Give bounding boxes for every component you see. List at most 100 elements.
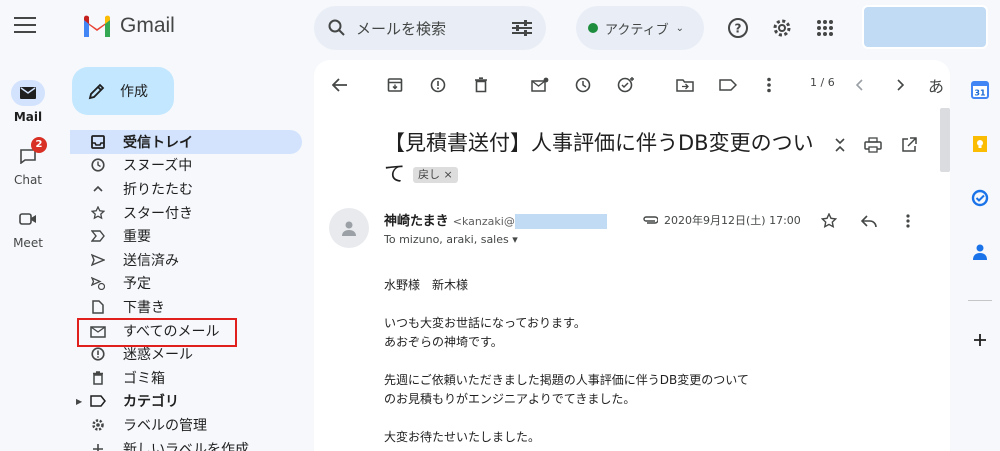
star-message-icon[interactable]: [818, 210, 840, 232]
gear-icon: [90, 417, 106, 433]
draft-icon: [90, 299, 106, 315]
mark-unread-icon[interactable]: [529, 74, 551, 96]
rail-chat[interactable]: 2 Chat: [0, 137, 56, 187]
nav-item-create-label[interactable]: 新しいラベルを作成: [70, 437, 302, 451]
send-icon: [90, 252, 106, 268]
delete-icon[interactable]: [470, 74, 492, 96]
search-bar[interactable]: メールを検索: [314, 6, 546, 50]
body-line: いつも大変お世話になっております。: [384, 316, 586, 330]
spam-icon: [90, 346, 106, 362]
account-area[interactable]: [862, 5, 988, 49]
nav-item-collapse[interactable]: 折りたたむ: [70, 177, 302, 201]
expand-caret-icon[interactable]: ▶: [76, 397, 82, 406]
nav-label: 新しいラベルを作成: [123, 441, 249, 451]
nav-label: スター付き: [123, 205, 193, 222]
folder-nav: 受信トレイ スヌーズ中 折りたたむ スター付き 重要 送信済み 予定 下書き す…: [70, 130, 302, 451]
recipients[interactable]: To mizuno, araki, sales ▾: [384, 233, 518, 246]
status-label: アクティブ: [605, 22, 669, 38]
nav-item-trash[interactable]: ゴミ箱: [70, 366, 302, 390]
gmail-logo[interactable]: Gmail: [82, 14, 175, 38]
chevron-right-icon[interactable]: [889, 74, 911, 96]
move-to-icon[interactable]: [674, 74, 696, 96]
chevron-down-icon: ⌄: [675, 22, 684, 34]
svg-text:31: 31: [974, 89, 986, 98]
mail-icon: [11, 80, 45, 106]
rail-meet[interactable]: Meet: [0, 206, 56, 250]
status-selector[interactable]: アクティブ ⌄: [576, 6, 704, 50]
nav-item-manage-labels[interactable]: ラベルの管理: [70, 413, 302, 437]
message-subject: 【見積書送付】人事評価に伴うDB変更のついて 戻し ×: [384, 128, 824, 190]
nav-item-categories[interactable]: ▶ カテゴリ: [70, 390, 302, 414]
label-chip[interactable]: 戻し ×: [413, 167, 458, 183]
nav-label: スヌーズ中: [123, 158, 193, 175]
main-menu-button[interactable]: [14, 17, 36, 35]
nav-item-drafts[interactable]: 下書き: [70, 295, 302, 319]
body-line: のお見積もりがエンジニアよりでてきました。: [384, 392, 636, 406]
nav-label: ラベルの管理: [123, 417, 207, 434]
nav-item-inbox[interactable]: 受信トレイ: [70, 130, 302, 154]
more-vertical-icon[interactable]: [758, 74, 780, 96]
nav-label: 受信トレイ: [123, 134, 193, 151]
body-line: 大変お待たせいたしました。: [384, 430, 541, 444]
report-spam-icon[interactable]: [427, 74, 449, 96]
rail-mail-label: Mail: [13, 110, 43, 124]
active-status-dot: [588, 23, 598, 33]
plus-icon: [90, 441, 106, 451]
add-addon-plus-icon[interactable]: [968, 328, 992, 352]
filter-options-icon[interactable]: [512, 20, 532, 36]
print-icon[interactable]: [862, 134, 884, 156]
chevron-up-icon: [90, 181, 106, 197]
gmail-m-icon: [84, 15, 110, 37]
snooze-clock-icon[interactable]: [572, 74, 594, 96]
expand-all-icon[interactable]: [829, 134, 851, 156]
rail-meet-label: Meet: [13, 236, 43, 250]
contacts-icon[interactable]: [968, 240, 992, 264]
archive-icon[interactable]: [384, 74, 406, 96]
nav-label: ゴミ箱: [123, 370, 165, 387]
scheduled-icon: [90, 275, 106, 291]
nav-item-important[interactable]: 重要: [70, 224, 302, 248]
caret-down-icon: ▾: [512, 233, 518, 246]
input-language-button[interactable]: あ: [925, 74, 947, 96]
message-more-icon[interactable]: [897, 210, 919, 232]
help-icon[interactable]: ?: [725, 15, 751, 41]
search-icon[interactable]: [328, 19, 346, 37]
nav-item-sent[interactable]: 送信済み: [70, 248, 302, 272]
label-tag-icon[interactable]: [717, 74, 739, 96]
side-divider: [968, 300, 992, 301]
attachment-icon: [643, 216, 658, 224]
nav-label: 送信済み: [123, 252, 179, 269]
sender-name[interactable]: 神崎たまき: [384, 214, 449, 229]
nav-item-scheduled[interactable]: 予定: [70, 272, 302, 296]
person-icon: [342, 221, 356, 236]
nav-item-starred[interactable]: スター付き: [70, 201, 302, 225]
body-line: あおぞらの神埼です。: [384, 335, 503, 349]
search-placeholder: メールを検索: [356, 19, 447, 38]
label-chip-text: 戻し: [418, 168, 440, 181]
reply-icon[interactable]: [858, 210, 880, 232]
apps-grid-icon[interactable]: [812, 15, 838, 41]
open-new-window-icon[interactable]: [898, 134, 920, 156]
page-counter: 1 / 6: [810, 76, 835, 89]
back-arrow-icon[interactable]: [329, 74, 351, 96]
clock-icon: [90, 157, 106, 173]
app-name: Gmail: [120, 14, 175, 37]
scrollbar-thumb[interactable]: [940, 108, 950, 172]
compose-button[interactable]: 作成: [72, 67, 174, 115]
rail-mail[interactable]: Mail: [0, 80, 56, 124]
tasks-icon[interactable]: [968, 186, 992, 210]
nav-item-snoozed[interactable]: スヌーズ中: [70, 154, 302, 178]
sender-email: <kanzaki@: [452, 215, 515, 228]
calendar-icon[interactable]: 31: [968, 78, 992, 102]
settings-gear-icon[interactable]: [769, 15, 795, 41]
nav-label: 下書き: [123, 299, 165, 316]
pencil-icon: [88, 83, 105, 100]
nav-label: 迷惑メール: [123, 347, 193, 364]
keep-icon[interactable]: [968, 132, 992, 156]
add-task-icon[interactable]: [615, 74, 637, 96]
svg-text:?: ?: [735, 22, 742, 36]
trash-icon: [90, 370, 106, 386]
chevron-left-icon[interactable]: [849, 74, 871, 96]
video-camera-icon: [11, 206, 45, 232]
sender-avatar[interactable]: [329, 208, 369, 248]
